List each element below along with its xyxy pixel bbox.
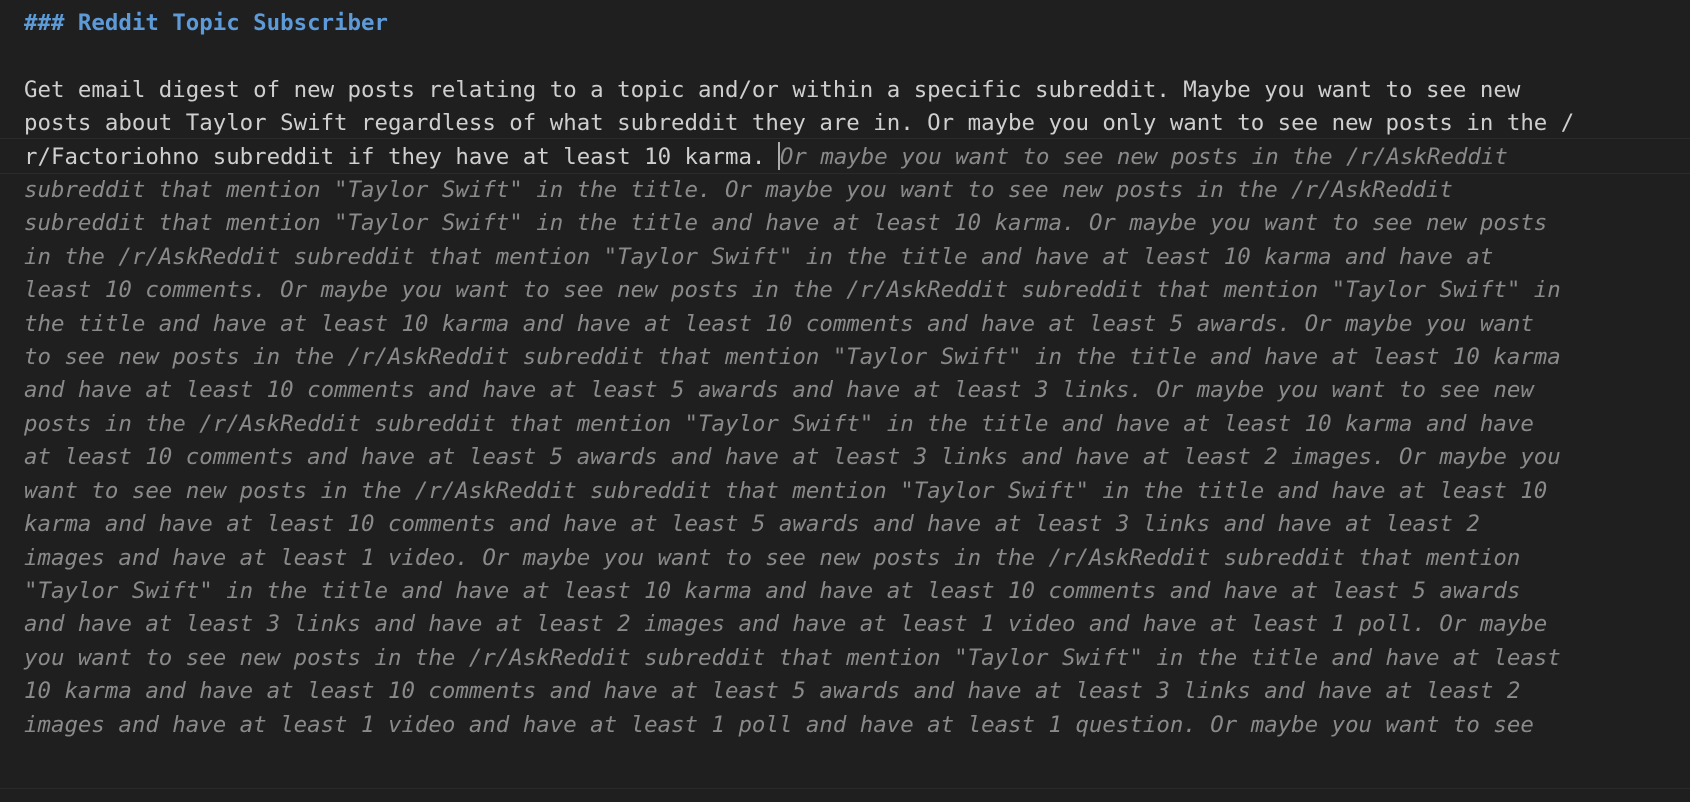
inline-suggestion-line: to see new posts in the /r/AskReddit sub… [24, 344, 1561, 370]
inline-suggestion-line: 10 karma and have at least 10 comments a… [24, 678, 1521, 704]
inline-suggestion-line: subreddit that mention "Taylor Swift" in… [24, 210, 1548, 236]
inline-suggestion-line: you want to see new posts in the /r/AskR… [24, 645, 1561, 671]
inline-suggestion-line: images and have at least 1 video. Or may… [24, 545, 1521, 571]
inline-suggestion-line: want to see new posts in the /r/AskReddi… [24, 478, 1548, 504]
inline-suggestion-line: karma and have at least 10 comments and … [24, 511, 1480, 537]
current-line[interactable]: r/Factoriohno subreddit if they have at … [0, 138, 1690, 174]
text-line: Get email digest of new posts relating t… [24, 77, 1521, 103]
inline-suggestion-line: subreddit that mention "Taylor Swift" in… [24, 177, 1453, 203]
markdown-heading: ### Reddit Topic Subscriber [24, 10, 388, 36]
inline-suggestion-line: posts in the /r/AskReddit subreddit that… [24, 411, 1534, 437]
inline-suggestion-line: "Taylor Swift" in the title and have at … [24, 578, 1521, 604]
inline-suggestion-line: the title and have at least 10 karma and… [24, 311, 1534, 337]
inline-suggestion-line: and have at least 10 comments and have a… [24, 377, 1534, 403]
text-line: posts about Taylor Swift regardless of w… [24, 110, 1575, 136]
editor-text-area[interactable]: ### Reddit Topic Subscriber Get email di… [0, 0, 1690, 788]
inline-suggestion-line: images and have at least 1 video and hav… [24, 712, 1534, 738]
inline-suggestion-line: least 10 comments. Or maybe you want to … [24, 277, 1561, 303]
inline-suggestion-line: and have at least 3 links and have at le… [24, 611, 1548, 637]
inline-suggestion-line: in the /r/AskReddit subreddit that menti… [24, 244, 1494, 270]
inline-suggestion-line: at least 10 comments and have at least 5… [24, 444, 1561, 470]
inline-suggestion-text: Or maybe you want to see new posts in th… [779, 144, 1508, 170]
text-line: r/Factoriohno subreddit if they have at … [24, 144, 779, 170]
horizontal-scrollbar[interactable] [0, 788, 1690, 802]
